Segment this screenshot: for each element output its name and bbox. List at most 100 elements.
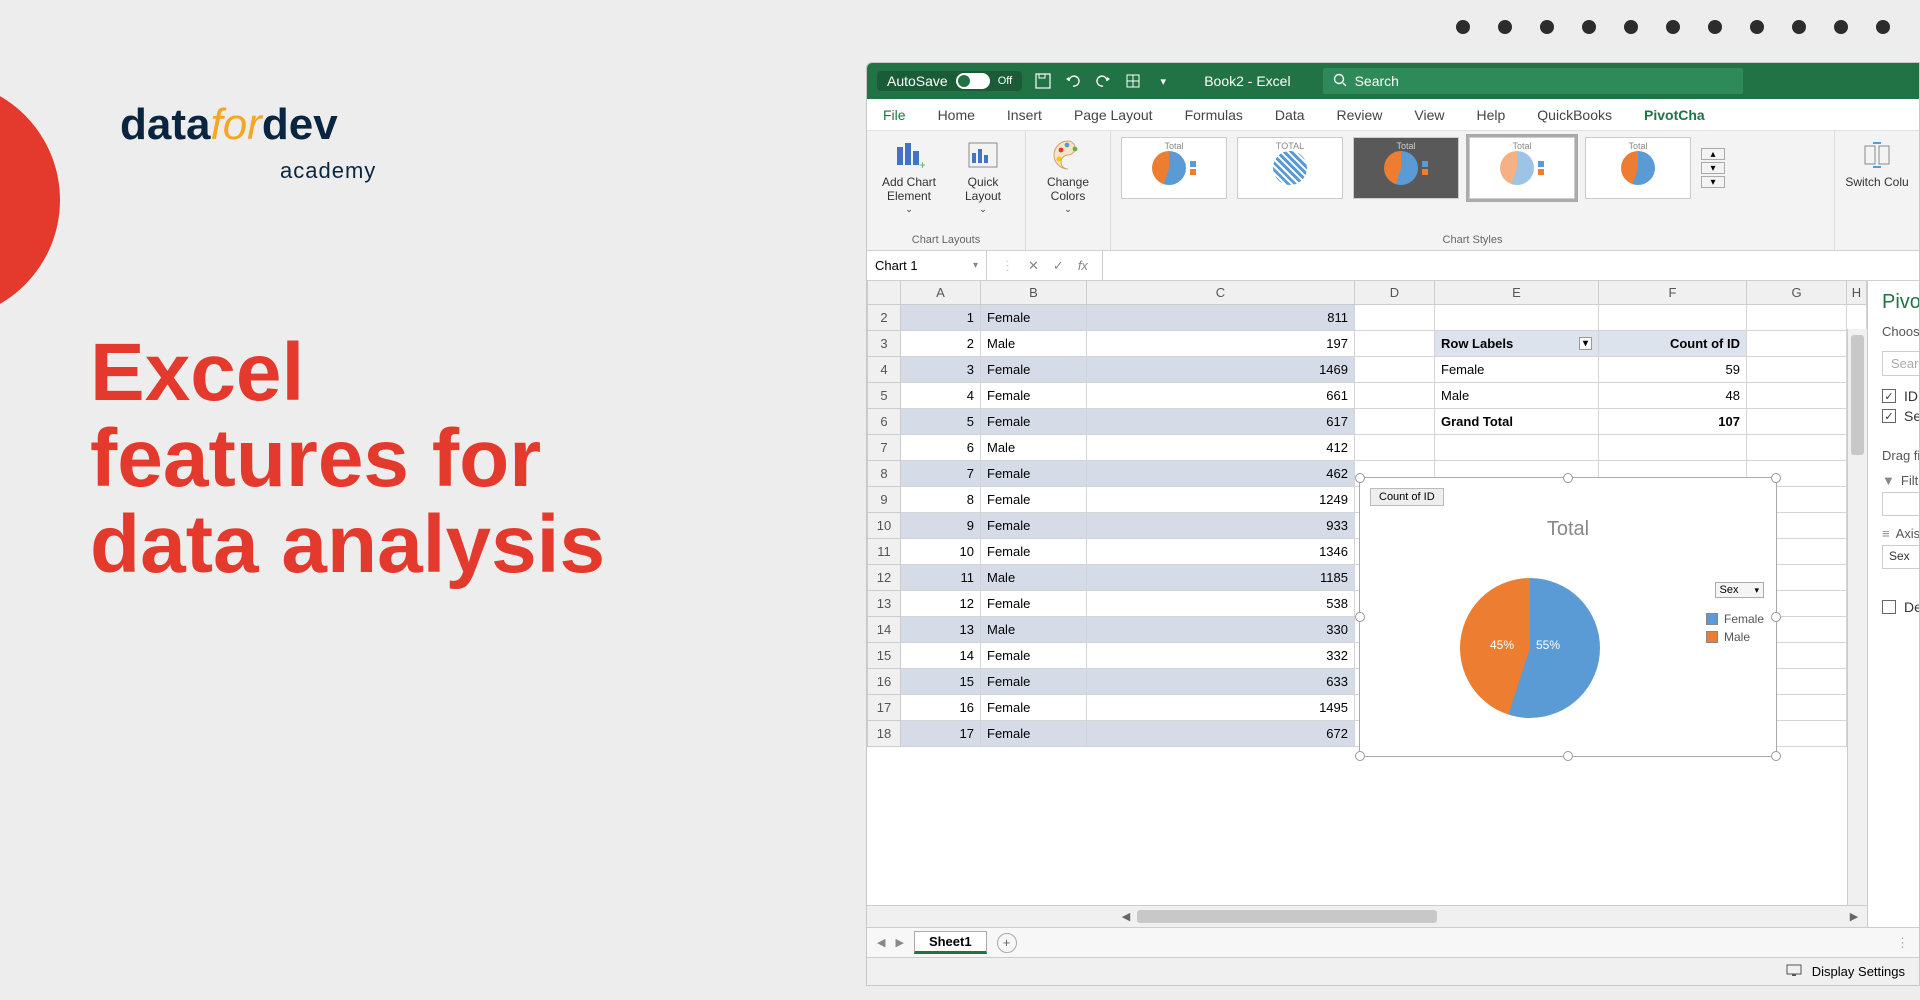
cell[interactable] <box>1355 331 1435 357</box>
legend-field-dropdown[interactable]: Sex▾ <box>1715 582 1765 598</box>
cell[interactable]: 332 <box>1087 643 1355 669</box>
cell[interactable]: 9 <box>901 513 981 539</box>
cell[interactable] <box>1599 435 1747 461</box>
cell[interactable]: Female <box>981 409 1087 435</box>
cell[interactable]: Row Labels▾ <box>1435 331 1599 357</box>
table-row[interactable]: 21Female811 <box>867 305 1867 331</box>
resize-handle[interactable] <box>1771 473 1781 483</box>
cell[interactable]: Male <box>981 565 1087 591</box>
cell[interactable] <box>1435 435 1599 461</box>
cell[interactable]: Female <box>981 513 1087 539</box>
table-row[interactable]: 54Female661Male48 <box>867 383 1867 409</box>
cell[interactable]: 933 <box>1087 513 1355 539</box>
row-header[interactable]: 2 <box>867 305 901 331</box>
resize-handle[interactable] <box>1563 751 1573 761</box>
resize-handle[interactable] <box>1355 751 1365 761</box>
cell[interactable] <box>1355 357 1435 383</box>
cell[interactable]: Male <box>1435 383 1599 409</box>
resize-handle[interactable] <box>1355 612 1365 622</box>
cell[interactable]: 633 <box>1087 669 1355 695</box>
cell[interactable]: 11 <box>901 565 981 591</box>
cell[interactable]: 1469 <box>1087 357 1355 383</box>
menu-tab-home[interactable]: Home <box>922 99 991 130</box>
horizontal-scrollbar[interactable]: ◀ ▶ <box>867 905 1867 927</box>
chart-style-1[interactable]: Total <box>1121 137 1227 199</box>
cell[interactable]: 617 <box>1087 409 1355 435</box>
cell[interactable]: 538 <box>1087 591 1355 617</box>
cancel-icon[interactable]: ✕ <box>1028 258 1039 274</box>
cell[interactable]: Female <box>981 643 1087 669</box>
table-row[interactable]: 65Female617Grand Total107 <box>867 409 1867 435</box>
cell[interactable]: 107 <box>1599 409 1747 435</box>
cell[interactable] <box>1435 305 1599 331</box>
resize-handle[interactable] <box>1355 473 1365 483</box>
cell[interactable]: 330 <box>1087 617 1355 643</box>
axis-drop-area[interactable]: Sex <box>1882 545 1919 569</box>
undo-icon[interactable] <box>1064 72 1082 90</box>
redo-icon[interactable] <box>1094 72 1112 90</box>
cell[interactable]: 14 <box>901 643 981 669</box>
cell[interactable]: 462 <box>1087 461 1355 487</box>
cell[interactable]: 5 <box>901 409 981 435</box>
cell[interactable]: Female <box>981 721 1087 747</box>
field-checkbox-sex[interactable]: ✓Sex <box>1882 408 1919 424</box>
row-header[interactable]: 9 <box>867 487 901 513</box>
chart-style-5[interactable]: Total <box>1585 137 1691 199</box>
row-header[interactable]: 18 <box>867 721 901 747</box>
cell[interactable]: 1185 <box>1087 565 1355 591</box>
cell[interactable]: 13 <box>901 617 981 643</box>
cell[interactable]: 17 <box>901 721 981 747</box>
cell[interactable] <box>1847 305 1867 331</box>
row-header[interactable]: 12 <box>867 565 901 591</box>
row-header[interactable]: 4 <box>867 357 901 383</box>
save-icon[interactable] <box>1034 72 1052 90</box>
cell[interactable]: Female <box>981 383 1087 409</box>
quick-layout-button[interactable]: Quick Layout ⌄ <box>951 137 1015 215</box>
row-header[interactable]: 10 <box>867 513 901 539</box>
vertical-scrollbar[interactable] <box>1847 329 1867 905</box>
cell[interactable] <box>1747 305 1847 331</box>
resize-handle[interactable] <box>1771 612 1781 622</box>
filter-dropdown-icon[interactable]: ▾ <box>1579 337 1592 350</box>
column-header[interactable]: E <box>1435 281 1599 305</box>
switch-row-column-button[interactable]: Switch Colu <box>1845 137 1909 189</box>
chevron-down-icon[interactable]: ▾ <box>1701 162 1725 174</box>
cell[interactable]: Female <box>981 539 1087 565</box>
cell[interactable]: Male <box>981 331 1087 357</box>
cell[interactable]: 7 <box>901 461 981 487</box>
cell[interactable]: 197 <box>1087 331 1355 357</box>
cell[interactable]: Female <box>981 305 1087 331</box>
cell[interactable]: 59 <box>1599 357 1747 383</box>
cell[interactable]: 672 <box>1087 721 1355 747</box>
cell[interactable]: Female <box>981 487 1087 513</box>
menu-tab-formulas[interactable]: Formulas <box>1169 99 1259 130</box>
column-header[interactable]: A <box>901 281 981 305</box>
table-row[interactable]: 32Male197Row Labels▾Count of ID <box>867 331 1867 357</box>
menu-tab-data[interactable]: Data <box>1259 99 1321 130</box>
row-header[interactable]: 14 <box>867 617 901 643</box>
cell[interactable]: Female <box>981 357 1087 383</box>
row-header[interactable]: 5 <box>867 383 901 409</box>
menu-tab-page-layout[interactable]: Page Layout <box>1058 99 1169 130</box>
spreadsheet-grid[interactable]: ABCDEFGH 21Female81132Male197Row Labels▾… <box>867 281 1868 927</box>
cell[interactable]: Female <box>981 695 1087 721</box>
cell[interactable] <box>1747 435 1847 461</box>
chart-style-2[interactable]: TOTAL <box>1237 137 1343 199</box>
cell[interactable] <box>1747 331 1847 357</box>
column-header[interactable]: H <box>1847 281 1867 305</box>
chart-style-scroll[interactable]: ▴▾▾ <box>1701 148 1725 188</box>
column-header[interactable]: C <box>1087 281 1355 305</box>
menu-tab-pivotchart[interactable]: PivotCha <box>1628 99 1721 130</box>
customize-qat-icon[interactable]: ▾ <box>1154 72 1172 90</box>
menu-tab-file[interactable]: File <box>867 99 922 130</box>
cell[interactable]: 3 <box>901 357 981 383</box>
change-colors-button[interactable]: Change Colors ⌄ <box>1036 137 1100 215</box>
cell[interactable] <box>1355 305 1435 331</box>
menu-tab-review[interactable]: Review <box>1321 99 1399 130</box>
cell[interactable]: 15 <box>901 669 981 695</box>
name-box[interactable]: Chart 1 ▾ <box>867 251 987 280</box>
cell[interactable]: 4 <box>901 383 981 409</box>
display-settings-icon[interactable] <box>1786 964 1802 979</box>
field-search-input[interactable]: Search <box>1882 351 1919 376</box>
add-chart-element-button[interactable]: + Add Chart Element ⌄ <box>877 137 941 215</box>
